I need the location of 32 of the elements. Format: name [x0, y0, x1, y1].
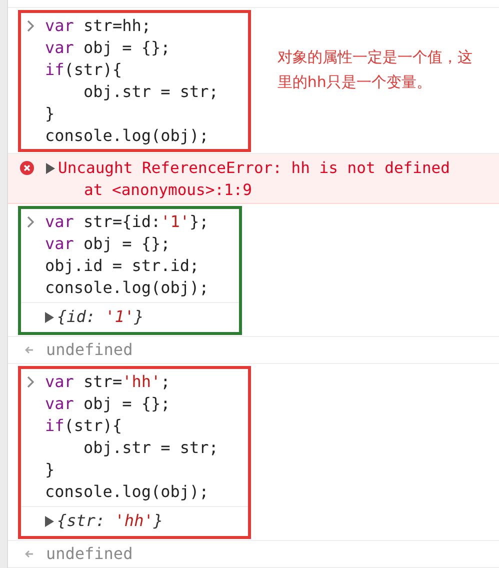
- code-line: obj.id = str.id;: [45, 255, 200, 277]
- code-line: if(str){: [45, 59, 124, 81]
- return-value: undefined: [46, 339, 133, 361]
- code-line: obj.str = str;: [82, 81, 218, 103]
- prompt-icon: [27, 20, 35, 32]
- code-line: console.log(obj);: [45, 125, 210, 147]
- code-line: var obj = {};: [45, 233, 172, 255]
- code-line: var str='hh';: [45, 371, 172, 393]
- return-arrow-icon: [24, 345, 34, 355]
- return-arrow-icon: [24, 549, 34, 559]
- prompt-icon: [27, 216, 35, 228]
- code-line: var obj = {};: [45, 37, 172, 59]
- expand-triangle-icon[interactable]: [45, 312, 54, 322]
- code-line: if(str){: [45, 415, 124, 437]
- error-location: at <anonymous>:1:9: [83, 180, 253, 201]
- code-line: }: [45, 103, 56, 125]
- logged-object[interactable]: {id: '1'}: [57, 306, 144, 328]
- error-message: Uncaught ReferenceError: hh is not defined: [58, 158, 450, 179]
- error-icon: [20, 161, 34, 175]
- code-line: var str=hh;: [45, 15, 152, 37]
- code-line: var obj = {};: [45, 393, 172, 415]
- expand-triangle-icon[interactable]: [45, 516, 54, 526]
- code-line: console.log(obj);: [45, 481, 210, 503]
- code-line: var str={id:'1'};: [45, 211, 209, 233]
- code-line: }: [45, 459, 56, 481]
- prompt-icon: [27, 376, 35, 388]
- logged-object[interactable]: {str: 'hh'}: [57, 510, 163, 532]
- annotation-note: 对象的属性一定是一个值，这里的hh只是一个变量。: [277, 47, 472, 93]
- return-value: undefined: [46, 543, 133, 565]
- code-line: console.log(obj);: [45, 277, 209, 299]
- code-line: obj.str = str;: [82, 437, 218, 459]
- expand-triangle-icon[interactable]: [46, 163, 55, 174]
